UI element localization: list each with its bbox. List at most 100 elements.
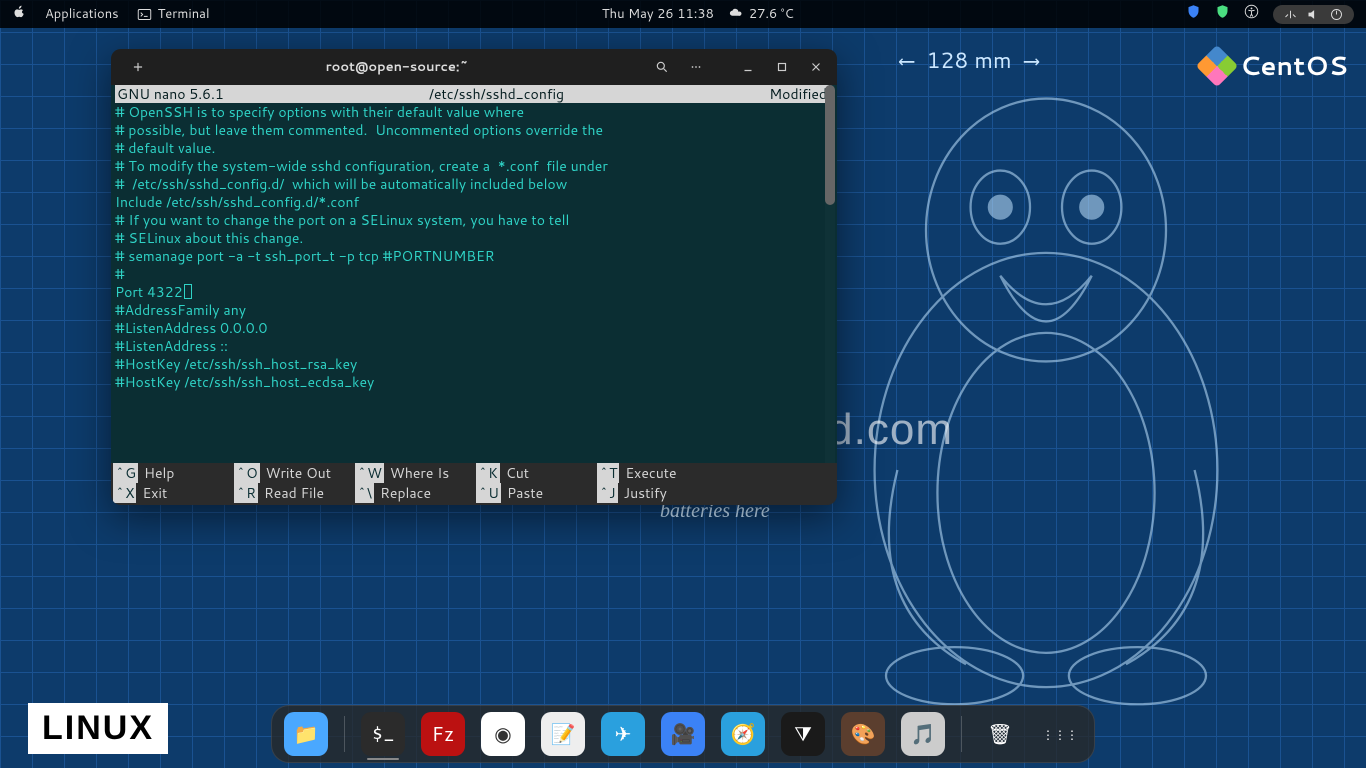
volume-icon	[1306, 7, 1321, 22]
cursor	[184, 284, 192, 299]
scrollbar-thumb[interactable]	[825, 85, 835, 205]
nano-shortcut: ^G Help	[111, 463, 232, 483]
nano-shortcut: ^T Execute	[595, 463, 716, 483]
window-title: root@open-source:~	[149, 58, 645, 76]
centos-logo-icon	[1196, 45, 1238, 87]
tux-blueprint	[806, 70, 1286, 710]
shortcut-key: ^\	[355, 483, 374, 503]
shortcut-key: ^G	[113, 463, 138, 483]
scrollbar[interactable]	[825, 85, 835, 463]
top-bar: Applications Terminal Thu May 26 11:38 2…	[0, 0, 1366, 28]
nano-line: Include /etc/ssh/sshd_config.d/*.conf	[115, 193, 829, 211]
dock-app-filezilla[interactable]: Fz	[421, 712, 465, 756]
temperature-label: 27.6 °C	[749, 5, 794, 23]
nano-line: # possible, but leave them commented. Un…	[115, 121, 829, 139]
weather-icon	[728, 7, 743, 22]
nano-shortcut: ^U Paste	[474, 483, 595, 503]
dock-app-vscode[interactable]: ⧩	[781, 712, 825, 756]
shortcut-key: ^U	[476, 483, 501, 503]
nano-footer: ^G Help ^OWrite Out^W Where Is ^K Cut ^T Execut…	[111, 463, 837, 505]
dock-separator	[344, 716, 345, 752]
shortcut-key: ^K	[476, 463, 500, 483]
centos-label: CentOS	[1240, 48, 1348, 84]
terminal-taskbar-item[interactable]: Terminal	[137, 5, 210, 23]
search-icon[interactable]	[651, 56, 673, 78]
dock-app-music[interactable]: 🎵	[901, 712, 945, 756]
shortcut-key: ^J	[597, 483, 618, 503]
nano-shortcut: ^OWrite Out	[232, 463, 353, 483]
shortcut-key: ^T	[597, 463, 619, 483]
nano-app-label: GNU nano 5.6.1	[117, 85, 224, 103]
dock-app-files[interactable]: 📁	[284, 712, 328, 756]
nano-line: # /etc/ssh/sshd_config.d/ which will be …	[115, 175, 829, 193]
nano-line: #	[115, 265, 829, 283]
nano-line: #ListenAddress ::	[115, 337, 829, 355]
nano-line: # If you want to change the port on a SE…	[115, 211, 829, 229]
nano-shortcut: ^K Cut	[474, 463, 595, 483]
shield2-icon[interactable]	[1215, 4, 1230, 24]
dock-app-apps-grid[interactable]: ⋮⋮⋮	[1038, 712, 1082, 756]
nano-shortcut: ^W Where Is	[353, 463, 474, 483]
dock-separator	[961, 716, 962, 752]
menu-icon[interactable]	[685, 56, 707, 78]
nano-line: # To modify the system-wide sshd configu…	[115, 157, 829, 175]
shield-icon[interactable]	[1186, 4, 1201, 24]
shortcut-label: Paste	[507, 483, 543, 503]
nano-line: Port 4322	[115, 283, 829, 301]
measure-label: ⟵ 128 mm ⟶	[900, 45, 1038, 76]
nano-line: # OpenSSH is to specify options with the…	[115, 103, 829, 121]
power-icon	[1329, 7, 1344, 22]
shortcut-key: ^O	[234, 463, 260, 483]
dock-app-chrome[interactable]: ◉	[481, 712, 525, 756]
apple-icon[interactable]	[12, 4, 27, 24]
dock-app-telegram[interactable]: ✈	[601, 712, 645, 756]
centos-brand: CentOS	[1202, 48, 1348, 84]
terminal-body[interactable]: GNU nano 5.6.1 /etc/ssh/sshd_config Modi…	[111, 85, 837, 463]
dock-app-zoom[interactable]: 🎥	[661, 712, 705, 756]
nano-shortcut: ^R Read File	[232, 483, 353, 503]
terminal-titlebar[interactable]: root@open-source:~	[111, 49, 837, 85]
system-status[interactable]	[1273, 5, 1354, 24]
minimize-button[interactable]	[737, 56, 759, 78]
nano-line: # default value.	[115, 139, 829, 157]
shortcut-key: ^X	[113, 483, 136, 503]
shortcut-label: Justify	[624, 483, 667, 503]
nano-shortcut: ^X Exit	[111, 483, 232, 503]
new-tab-button[interactable]	[127, 56, 149, 78]
terminal-taskbar-label: Terminal	[158, 5, 210, 23]
accessibility-icon[interactable]	[1244, 4, 1259, 24]
shortcut-label: Read File	[264, 483, 324, 503]
clock[interactable]: Thu May 26 11:38	[602, 5, 714, 23]
dock-app-trash[interactable]: 🗑	[978, 712, 1022, 756]
nano-line: # SELinux about this change.	[115, 229, 829, 247]
shortcut-key: ^W	[355, 463, 384, 483]
dock-app-gimp[interactable]: 🎨	[841, 712, 885, 756]
shortcut-label: Where Is	[390, 463, 449, 483]
dock-app-terminal[interactable]: $_	[361, 712, 405, 756]
terminal-window: root@open-source:~ GNU nano 5.6.1 /etc/s…	[111, 49, 837, 505]
nano-line: #HostKey /etc/ssh/ssh_host_rsa_key	[115, 355, 829, 373]
shortcut-label: Help	[144, 463, 174, 483]
dock-app-safari[interactable]: 🧭	[721, 712, 765, 756]
dock-app-text-editor[interactable]: 📝	[541, 712, 585, 756]
shortcut-label: Exit	[142, 483, 167, 503]
maximize-button[interactable]	[771, 56, 793, 78]
shortcut-label: Cut	[506, 463, 529, 483]
nano-line: # semanage port -a -t ssh_port_t -p tcp …	[115, 247, 829, 265]
weather[interactable]: 27.6 °C	[728, 5, 794, 23]
nano-shortcut: ^\ Replace	[353, 483, 474, 503]
nano-file-label: /etc/ssh/sshd_config	[224, 85, 769, 103]
nano-header: GNU nano 5.6.1 /etc/ssh/sshd_config Modi…	[115, 85, 829, 103]
applications-menu[interactable]: Applications	[45, 5, 119, 23]
linux-badge: LINUX	[28, 703, 168, 754]
nano-line: #AddressFamily any	[115, 301, 829, 319]
shortcut-label: Execute	[625, 463, 676, 483]
close-button[interactable]	[805, 56, 827, 78]
dock: 📁 $_ Fz ◉ 📝 ✈ 🎥 🧭 ⧩ 🎨 🎵 🗑 ⋮⋮⋮	[271, 705, 1095, 763]
nano-content[interactable]: # OpenSSH is to specify options with the…	[115, 103, 829, 391]
nano-status-label: Modified	[769, 85, 827, 103]
shortcut-label: Replace	[380, 483, 431, 503]
nano-shortcut: ^J Justify	[595, 483, 716, 503]
nano-line: #HostKey /etc/ssh/ssh_host_ecdsa_key	[115, 373, 829, 391]
shortcut-key: ^R	[234, 483, 258, 503]
